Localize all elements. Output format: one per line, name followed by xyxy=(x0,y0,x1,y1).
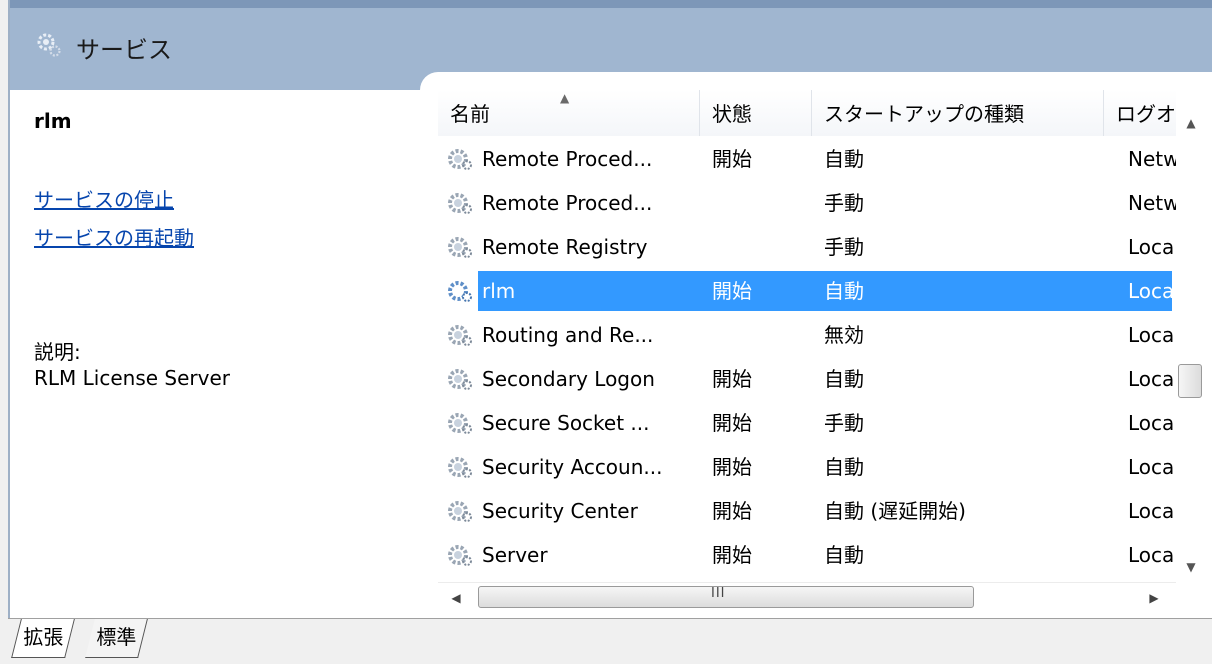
service-logon: Loca xyxy=(1128,367,1175,391)
scroll-right-arrow-icon[interactable]: ▶ xyxy=(1144,587,1164,609)
table-row[interactable]: Security Accoun... 開始 自動 Loca xyxy=(438,445,1176,489)
table-row[interactable]: Remote Proced... 開始 自動 Netw xyxy=(438,137,1176,181)
service-startup-type: 自動 xyxy=(824,367,864,391)
table-row-selected[interactable]: rlm 開始 自動 Loca xyxy=(438,269,1176,313)
service-gear-icon xyxy=(446,543,474,567)
column-header-status-label: 状態 xyxy=(712,102,752,126)
service-startup-type: 自動 (遅延開始) xyxy=(824,499,966,523)
table-row[interactable]: Routing and Re... 無効 Loca xyxy=(438,313,1176,357)
selected-service-name: rlm xyxy=(34,109,72,133)
view-tabs: 拡張 標準 xyxy=(8,618,1212,664)
service-gear-icon xyxy=(446,367,474,391)
column-header-name[interactable]: ▲ 名前 xyxy=(438,90,700,136)
table-body: Remote Proced... 開始 自動 Netw Remote Proce… xyxy=(438,137,1176,577)
service-gear-icon xyxy=(446,455,474,479)
service-status: 開始 xyxy=(712,279,752,303)
service-name: rlm xyxy=(482,279,516,303)
description-label: 説明: xyxy=(34,340,81,364)
service-startup-type: 手動 xyxy=(824,411,864,435)
service-gear-icon xyxy=(446,323,474,347)
table-row[interactable]: Secure Socket ... 開始 手動 Loca xyxy=(438,401,1176,445)
scroll-down-arrow-icon[interactable]: ▼ xyxy=(1176,552,1206,582)
service-name: Secure Socket ... xyxy=(482,411,650,435)
tab-extended-label: 拡張 xyxy=(23,625,64,649)
service-logon: Netw xyxy=(1128,147,1176,171)
service-logon: Loca xyxy=(1128,455,1175,479)
service-status: 開始 xyxy=(712,367,752,391)
column-header-startup-type[interactable]: スタートアップの種類 xyxy=(812,90,1104,136)
service-gear-icon xyxy=(446,279,474,303)
service-status: 開始 xyxy=(712,543,752,567)
service-startup-type: 自動 xyxy=(824,455,864,479)
table-row[interactable]: Security Center 開始 自動 (遅延開始) Loca xyxy=(438,489,1176,533)
stop-service-link[interactable]: サービスの停止 xyxy=(34,184,174,213)
table-row[interactable]: Remote Proced... 手動 Netw xyxy=(438,181,1176,225)
service-logon: Loca xyxy=(1128,279,1172,303)
services-gear-icon xyxy=(36,32,62,58)
column-header-logon[interactable]: ログオ xyxy=(1104,90,1176,136)
service-name: Security Center xyxy=(482,499,638,523)
service-logon: Loca xyxy=(1128,411,1175,435)
service-name: Secondary Logon xyxy=(482,367,655,391)
service-startup-type: 手動 xyxy=(824,235,864,259)
column-header-startup-label: スタートアップの種類 xyxy=(824,102,1024,126)
service-gear-icon xyxy=(446,147,474,171)
service-logon: Loca xyxy=(1128,323,1175,347)
vertical-scroll-thumb[interactable] xyxy=(1178,364,1202,398)
service-logon: Loca xyxy=(1128,499,1175,523)
tab-extended[interactable]: 拡張 xyxy=(11,619,75,658)
service-startup-type: 自動 xyxy=(824,147,864,171)
service-logon: Netw xyxy=(1128,191,1176,215)
header-title: サービス xyxy=(76,36,172,64)
service-gear-icon xyxy=(446,499,474,523)
service-status: 開始 xyxy=(712,455,752,479)
column-header-logon-label: ログオ xyxy=(1116,102,1176,126)
service-name: Routing and Re... xyxy=(482,323,654,347)
service-name: Security Accoun... xyxy=(482,455,663,479)
service-gear-icon xyxy=(446,191,474,215)
description-text: RLM License Server xyxy=(34,366,230,390)
service-name: Remote Proced... xyxy=(482,147,653,171)
service-startup-type: 自動 xyxy=(824,543,864,567)
service-name: Server xyxy=(482,543,548,567)
table-row[interactable]: Remote Registry 手動 Loca xyxy=(438,225,1176,269)
service-startup-type: 無効 xyxy=(824,323,864,347)
sort-ascending-icon: ▲ xyxy=(560,91,570,105)
window-top-band xyxy=(10,0,1212,8)
service-status: 開始 xyxy=(712,147,752,171)
restart-service-link[interactable]: サービスの再起動 xyxy=(34,222,194,251)
column-header-status[interactable]: 状態 xyxy=(700,90,812,136)
service-startup-type: 自動 xyxy=(824,279,864,303)
service-logon: Loca xyxy=(1128,543,1175,567)
column-header-name-label: 名前 xyxy=(450,102,490,126)
horizontal-scrollbar[interactable]: ◀ III ▶ xyxy=(438,582,1176,613)
vertical-scrollbar[interactable]: ▲ ▼ xyxy=(1176,90,1206,580)
service-logon: Loca xyxy=(1128,235,1175,259)
horizontal-scroll-thumb[interactable]: III xyxy=(478,586,974,608)
table-row[interactable]: Secondary Logon 開始 自動 Loca xyxy=(438,357,1176,401)
service-name: Remote Registry xyxy=(482,235,648,259)
service-status: 開始 xyxy=(712,411,752,435)
service-status: 開始 xyxy=(712,499,752,523)
service-gear-icon xyxy=(446,411,474,435)
services-table: ▲ 名前 状態 スタートアップの種類 ログオ Remote Proced... … xyxy=(438,90,1176,580)
service-startup-type: 手動 xyxy=(824,191,864,215)
scroll-grip: III xyxy=(711,586,726,601)
tab-standard[interactable]: 標準 xyxy=(85,619,148,658)
tab-standard-label: 標準 xyxy=(96,625,137,649)
service-name: Remote Proced... xyxy=(482,191,653,215)
details-pane: rlm サービスの停止 サービスの再起動 説明: RLM License Ser… xyxy=(10,90,434,618)
table-row[interactable]: Server 開始 自動 Loca xyxy=(438,533,1176,577)
service-gear-icon xyxy=(446,235,474,259)
scroll-left-arrow-icon[interactable]: ◀ xyxy=(446,587,466,609)
scroll-up-arrow-icon[interactable]: ▲ xyxy=(1176,108,1206,138)
